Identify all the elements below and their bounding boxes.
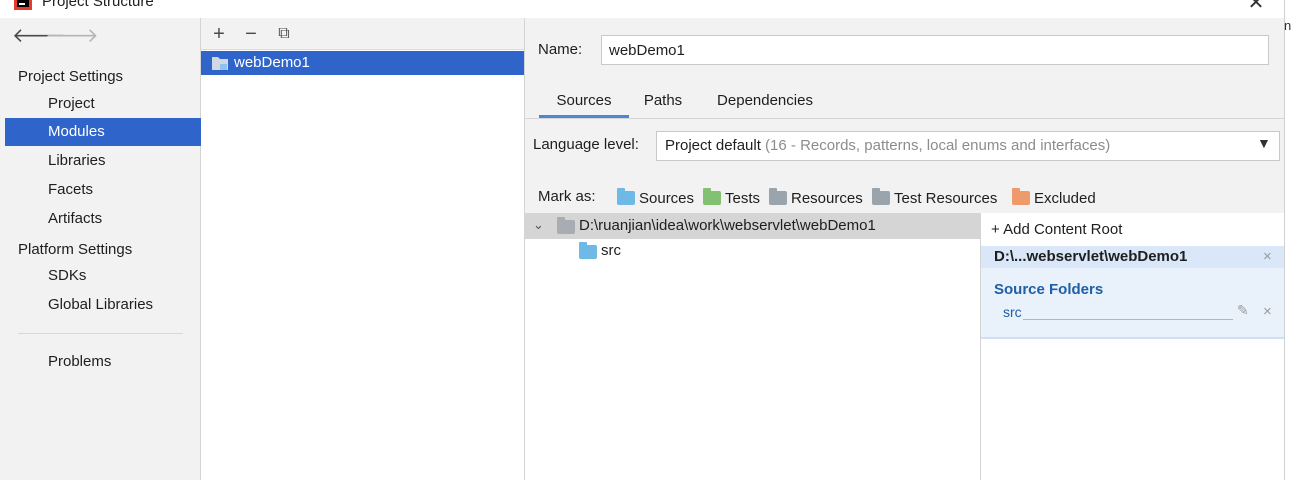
mark-excluded-button[interactable]: Excluded	[1012, 187, 1096, 209]
module-toolbar: + − ⧉	[201, 18, 524, 50]
add-content-root-button[interactable]: + Add Content Root	[991, 221, 1122, 238]
tree-src-label: src	[601, 242, 621, 259]
remove-module-icon[interactable]: −	[241, 24, 261, 44]
module-list-panel: + − ⧉ webDemo1	[201, 18, 525, 480]
mark-resources-button[interactable]: Resources	[769, 187, 863, 209]
language-level-selected: Project default	[665, 137, 761, 154]
source-folder-entry[interactable]: src	[1003, 304, 1022, 320]
tree-root-row[interactable]: ⌄ D:\ruanjian\idea\work\webservlet\webDe…	[525, 213, 980, 239]
language-level-value: Project default (16 - Records, patterns,…	[665, 137, 1110, 154]
module-details: Name: Sources Paths Dependencies Languag…	[525, 18, 1285, 480]
test-resources-folder-icon	[872, 188, 890, 205]
content-root-card: D:\...webservlet\webDemo1 × Source Folde…	[981, 246, 1285, 339]
section-project-settings: Project Settings	[18, 68, 124, 85]
nav-item-artifacts[interactable]: Artifacts	[5, 205, 201, 233]
settings-navigation: 🡐 🡒 Project Settings Project Modules Lib…	[0, 18, 201, 480]
mark-resources-label: Resources	[791, 189, 863, 207]
title-bar: Project Structure ✕	[0, 0, 1292, 18]
root-folder-icon	[557, 217, 575, 234]
mark-excluded-label: Excluded	[1034, 189, 1096, 207]
tab-sources[interactable]: Sources	[539, 84, 629, 118]
tree-root-path: D:\ruanjian\idea\work\webservlet\webDemo…	[579, 217, 876, 234]
tabs-divider	[525, 118, 1284, 119]
mark-as-label: Mark as:	[538, 188, 596, 205]
name-label: Name:	[538, 41, 583, 58]
source-folder-icon	[579, 242, 597, 259]
tab-paths[interactable]: Paths	[633, 84, 693, 118]
content-roots-panel: + Add Content Root D:\...webservlet\webD…	[980, 213, 1285, 480]
nav-item-problems[interactable]: Problems	[5, 348, 201, 376]
forward-arrow-icon[interactable]: 🡒	[45, 26, 99, 48]
module-row-webdemo1[interactable]: webDemo1	[201, 51, 524, 75]
intellij-app-icon	[14, 0, 34, 10]
sources-folder-icon	[617, 188, 635, 205]
nav-item-libraries[interactable]: Libraries	[5, 147, 201, 175]
window-title: Project Structure	[42, 0, 154, 10]
add-content-root-label: Add Content Root	[1003, 221, 1123, 238]
tree-row-src[interactable]: src	[525, 239, 980, 263]
module-name-input[interactable]	[601, 35, 1269, 65]
language-level-select[interactable]: Project default (16 - Records, patterns,…	[656, 131, 1280, 161]
remove-content-root-icon[interactable]: ×	[1263, 248, 1272, 265]
close-button[interactable]: ✕	[1244, 0, 1268, 16]
source-folders-title: Source Folders	[994, 281, 1104, 298]
mark-sources-button[interactable]: Sources	[617, 187, 694, 209]
remove-source-folder-icon[interactable]: ×	[1263, 303, 1272, 320]
chevron-down-icon: ▼	[1257, 135, 1271, 151]
section-platform-settings: Platform Settings	[18, 241, 133, 258]
source-tree: ⌄ D:\ruanjian\idea\work\webservlet\webDe…	[525, 213, 980, 480]
content-root-header: D:\...webservlet\webDemo1 ×	[981, 246, 1285, 268]
module-folder-icon	[211, 55, 229, 71]
background-window-text: n.	[1284, 18, 1292, 33]
tab-dependencies[interactable]: Dependencies	[705, 84, 825, 118]
module-name: webDemo1	[234, 54, 310, 71]
content-root-path: D:\...webservlet\webDemo1	[994, 248, 1188, 265]
mark-tests-button[interactable]: Tests	[703, 187, 760, 209]
nav-item-sdks[interactable]: SDKs	[5, 262, 201, 290]
language-level-label: Language level:	[533, 136, 639, 153]
background-window-edge	[1284, 0, 1292, 480]
language-level-hint: (16 - Records, patterns, local enums and…	[760, 137, 1111, 154]
content-root-bottom-border	[981, 337, 1285, 339]
back-arrow-icon[interactable]: 🡐	[12, 26, 66, 48]
plus-icon: +	[991, 221, 1000, 238]
tests-folder-icon	[703, 188, 721, 205]
resources-folder-icon	[769, 188, 787, 205]
nav-item-project[interactable]: Project	[5, 90, 201, 118]
mark-sources-label: Sources	[639, 189, 695, 207]
nav-divider	[18, 333, 183, 334]
nav-item-global-libraries[interactable]: Global Libraries	[5, 291, 201, 319]
mark-tests-label: Tests	[725, 189, 761, 207]
mark-test-resources-button[interactable]: Test Resources	[872, 187, 997, 209]
copy-module-icon[interactable]: ⧉	[274, 24, 294, 44]
source-folder-underline	[1023, 319, 1233, 320]
nav-item-modules[interactable]: Modules	[5, 118, 201, 146]
mark-test-resources-label: Test Resources	[894, 189, 998, 207]
edit-pencil-icon[interactable]: ✎	[1237, 302, 1249, 319]
chevron-down-icon[interactable]: ⌄	[533, 217, 544, 233]
add-module-icon[interactable]: +	[209, 24, 229, 44]
nav-item-facets[interactable]: Facets	[5, 176, 201, 204]
excluded-folder-icon	[1012, 188, 1030, 205]
